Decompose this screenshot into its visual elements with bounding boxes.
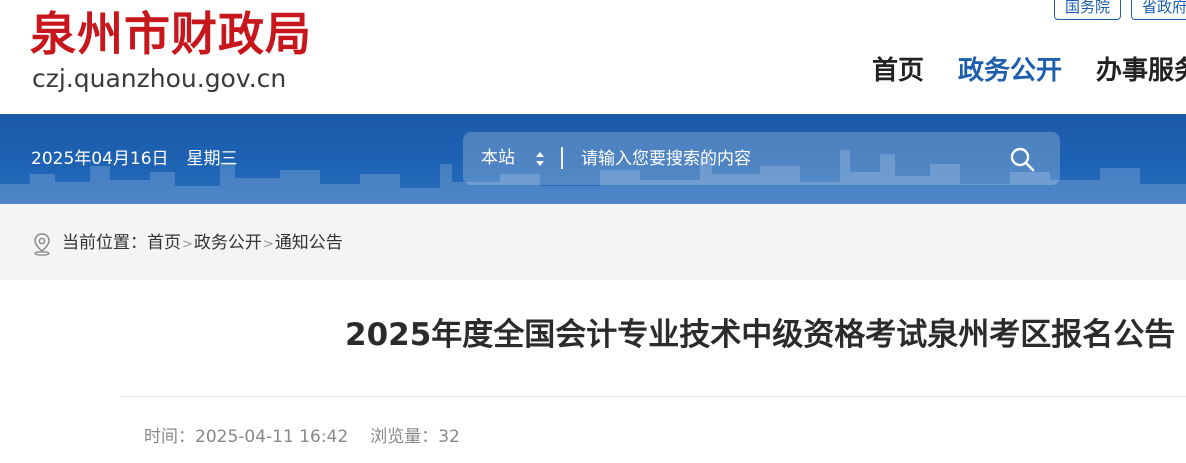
date-text: 2025年04月16日 — [31, 149, 169, 169]
breadcrumb-bar: 当前位置：首页>政务公开>通知公告 — [0, 204, 1186, 280]
breadcrumb-separator: > — [262, 237, 274, 252]
views-value: 32 — [438, 427, 460, 447]
article-title: 2025年度全国会计专业技术中级资格考试泉州考区报名公告 — [345, 317, 1176, 353]
search-input[interactable] — [579, 142, 983, 176]
current-date: 2025年04月16日 星期三 — [31, 148, 238, 170]
main-nav: 首页 政务公开 办事服务 — [872, 54, 1186, 88]
blue-banner: 2025年04月16日 星期三 本站 — [0, 114, 1186, 204]
top-link-province[interactable]: 省政府 — [1130, 0, 1186, 20]
search-divider — [561, 147, 563, 169]
top-links: 国务院 省政府 — [1053, 0, 1186, 20]
search-scope-select[interactable]: 本站 — [481, 146, 515, 170]
divider — [120, 396, 1186, 397]
time-value: 2025-04-11 16:42 — [195, 427, 349, 447]
logo-url[interactable]: czj.quanzhou.gov.cn — [32, 64, 286, 94]
breadcrumb-label: 当前位置： — [62, 233, 147, 253]
article-meta: 时间：2025-04-11 16:42 浏览量：32 — [144, 425, 460, 449]
breadcrumb-item-home[interactable]: 首页 — [147, 233, 181, 253]
logo-title[interactable]: 泉州市财政局 — [30, 6, 312, 62]
breadcrumb-item-gov-affairs[interactable]: 政务公开 — [194, 233, 262, 253]
nav-item-gov-affairs[interactable]: 政务公开 — [958, 54, 1062, 88]
sort-arrows-icon[interactable] — [535, 151, 545, 167]
breadcrumb-separator: > — [182, 237, 193, 252]
time-label: 时间： — [144, 427, 195, 447]
weekday-text: 星期三 — [186, 149, 238, 169]
search-icon[interactable] — [1009, 146, 1035, 172]
top-link-state-council[interactable]: 国务院 — [1053, 0, 1121, 20]
breadcrumb: 当前位置：首页>政务公开>通知公告 — [62, 231, 343, 257]
views-label: 浏览量： — [370, 427, 439, 447]
search-box: 本站 — [463, 132, 1060, 185]
breadcrumb-item-notices[interactable]: 通知公告 — [275, 233, 343, 253]
nav-item-home[interactable]: 首页 — [872, 54, 924, 88]
site-header: 泉州市财政局 czj.quanzhou.gov.cn 国务院 省政府 首页 政务… — [0, 0, 1186, 114]
location-pin-icon — [34, 233, 50, 256]
nav-item-services[interactable]: 办事服务 — [1096, 54, 1186, 88]
